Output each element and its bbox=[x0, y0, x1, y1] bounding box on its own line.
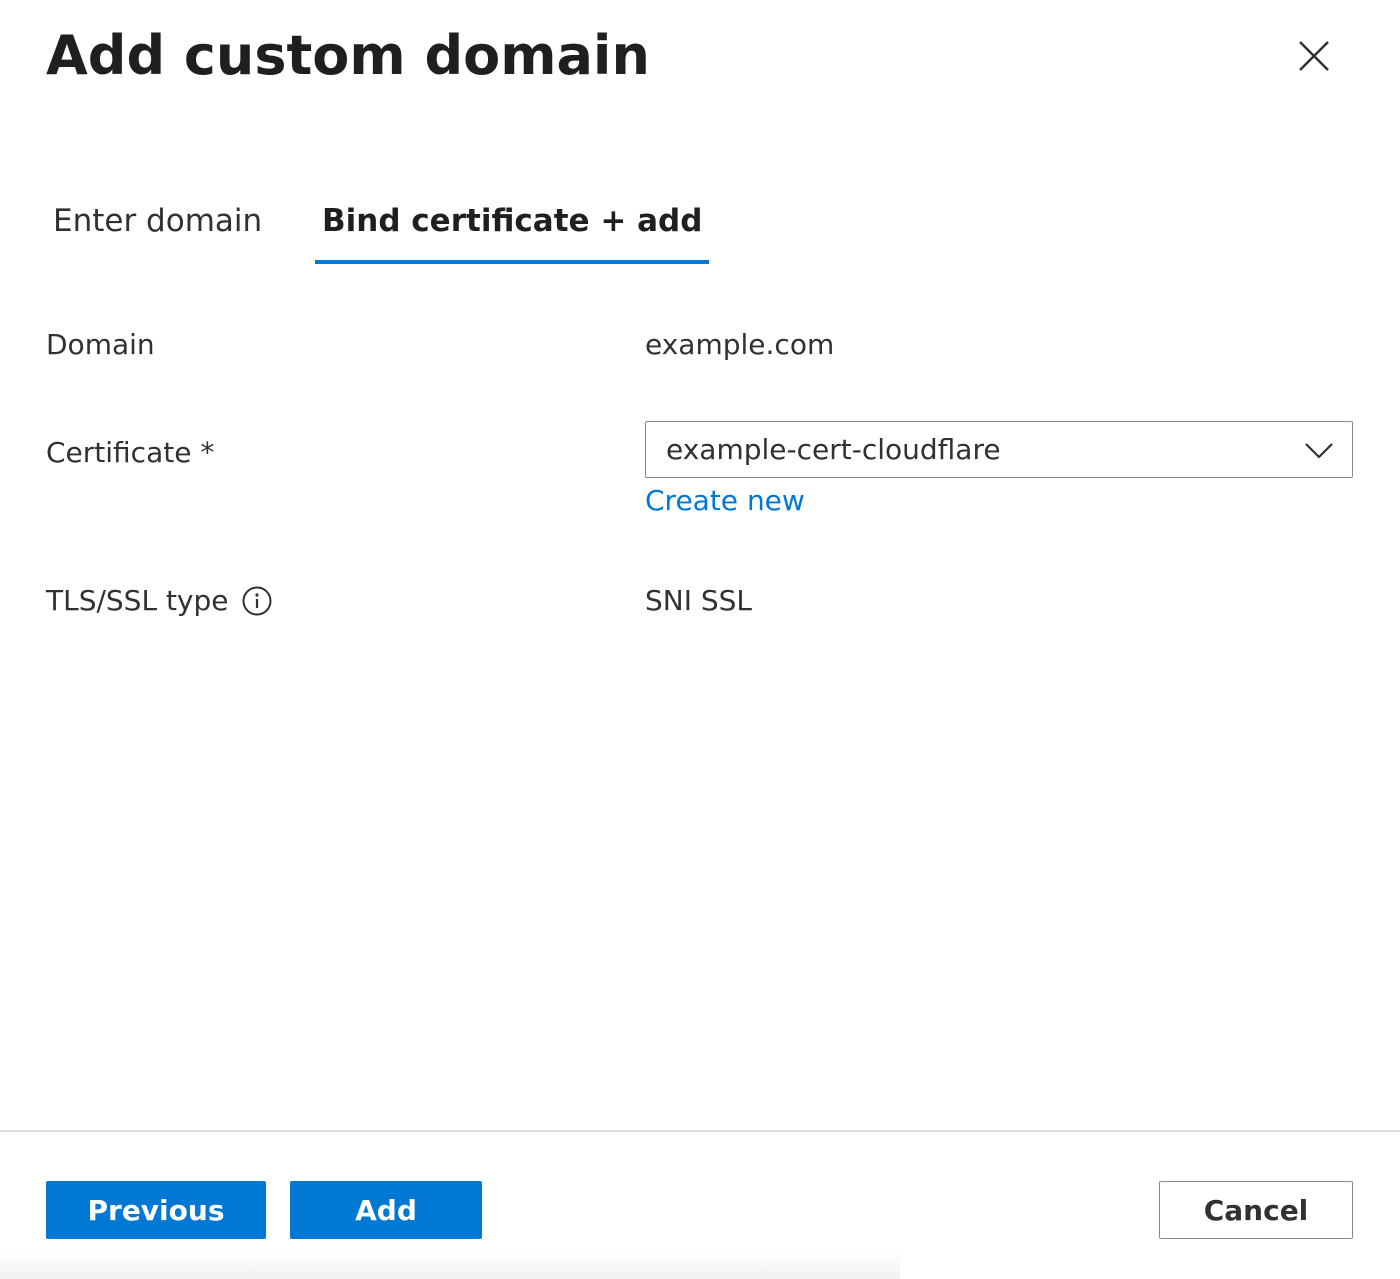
dialog-title: Add custom domain bbox=[46, 24, 650, 87]
domain-value: example.com bbox=[645, 328, 835, 361]
previous-button[interactable]: Previous bbox=[46, 1181, 266, 1239]
tab-bind-certificate-add[interactable]: Bind certificate + add bbox=[315, 190, 710, 264]
add-custom-domain-dialog: Add custom domain Enter domain Bind cert… bbox=[0, 0, 1400, 1279]
info-icon[interactable] bbox=[241, 585, 273, 617]
chevron-down-icon bbox=[1304, 436, 1334, 468]
tls-ssl-type-label: TLS/SSL type bbox=[46, 584, 229, 617]
footer-divider bbox=[0, 1130, 1400, 1132]
add-button[interactable]: Add bbox=[290, 1181, 482, 1239]
certificate-selected-value: example-cert-cloudflare bbox=[666, 433, 1001, 466]
bottom-shadow bbox=[0, 1250, 900, 1279]
create-new-certificate-link[interactable]: Create new bbox=[645, 484, 805, 517]
certificate-label: Certificate * bbox=[46, 436, 215, 469]
tab-bar: Enter domain Bind certificate + add bbox=[0, 190, 1400, 270]
certificate-dropdown[interactable]: example-cert-cloudflare bbox=[645, 421, 1353, 478]
tls-ssl-type-value: SNI SSL bbox=[645, 584, 753, 617]
cancel-button[interactable]: Cancel bbox=[1159, 1181, 1353, 1239]
close-icon bbox=[1297, 39, 1331, 77]
tab-enter-domain[interactable]: Enter domain bbox=[53, 190, 262, 264]
tls-ssl-type-label-row: TLS/SSL type bbox=[46, 584, 273, 617]
domain-label: Domain bbox=[46, 328, 155, 361]
close-button[interactable] bbox=[1290, 34, 1338, 82]
